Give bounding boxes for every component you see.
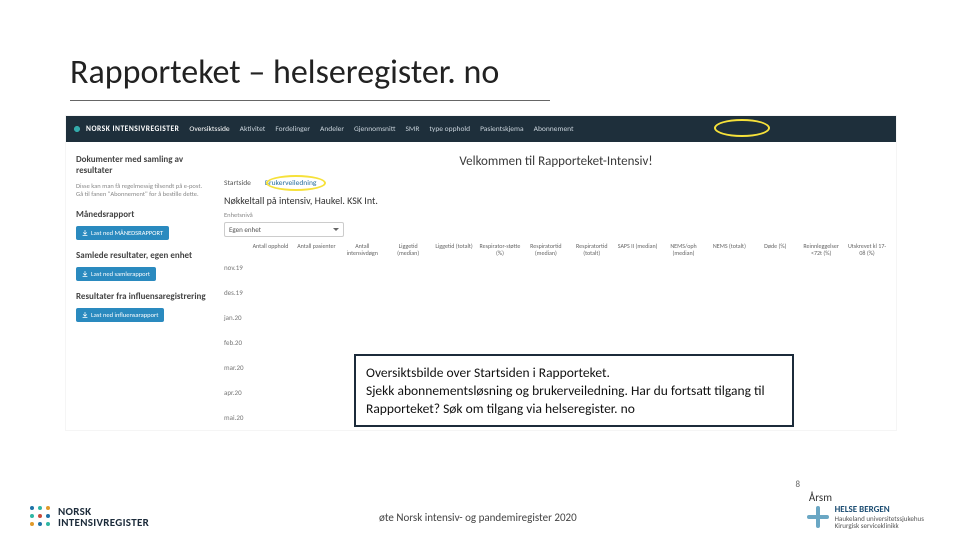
callout-line2: Sjekk abonnementsløsning og brukerveiled… <box>366 382 782 418</box>
logo-dots-icon <box>30 506 52 528</box>
nav-item-andeler[interactable]: Andeler <box>320 125 344 134</box>
nav-brand: NORSK INTENSIVREGISTER <box>72 124 179 134</box>
hb-line3: Kirurgisk serviceklinikk <box>835 522 924 530</box>
month-heading: Månedsrapport <box>76 209 208 220</box>
month-cell: apr.20 <box>224 388 244 397</box>
slide-footer: NORSK INTENSIVREGISTER øte Norsk intensi… <box>0 505 960 530</box>
infl-heading: Resultater fra influensaregistrering <box>76 291 208 302</box>
month-column: nov.19 des.19 jan.20 feb.20 mar.20 apr.2… <box>224 243 244 422</box>
callout-line1: Oversiktsbilde over Startsiden i Rapport… <box>366 364 782 382</box>
welcome-heading: Velkommen til Rapporteket-Intensiv! <box>224 154 888 169</box>
col-h: Antall opphold <box>250 243 292 422</box>
month-cell: mai.20 <box>224 413 244 422</box>
download-infl-label: Last ned influensarapport <box>91 311 158 319</box>
tab-row: Startside Brukerveiledning <box>224 179 888 188</box>
download-icon <box>82 271 88 277</box>
docs-sub: Disse kan man få regelmessig tilsendt på… <box>76 182 208 199</box>
logo-helse-bergen: HELSE BERGEN Haukeland universitetssjuke… <box>807 505 924 530</box>
enhet-select[interactable]: Egen enhet <box>224 222 344 237</box>
brand-icon <box>72 124 82 134</box>
docs-heading: Dokumenter med samling av resultater <box>76 154 208 176</box>
month-cell: nov.19 <box>224 263 244 272</box>
nav-item-smr[interactable]: SMR <box>405 125 419 134</box>
brand-text: NORSK INTENSIVREGISTER <box>86 125 179 134</box>
nav-item-fordelinger[interactable]: Fordelinger <box>275 125 310 134</box>
download-saml-label: Last ned samlerapport <box>91 270 150 278</box>
logo-ni-text2: INTENSIVREGISTER <box>58 517 149 528</box>
cross-icon <box>807 506 829 528</box>
tab-startside[interactable]: Startside <box>224 179 251 188</box>
download-icon <box>82 230 88 236</box>
navbar: NORSK INTENSIVREGISTER Oversiktsside Akt… <box>66 116 896 142</box>
nav-item-abonnement[interactable]: Abonnement <box>534 125 574 134</box>
title-underline <box>70 100 550 101</box>
col-h: Reinnleggelser <72t (%) <box>800 243 842 422</box>
highlight-circle-abonnement <box>714 119 770 137</box>
nav-item-gjennomsnitt[interactable]: Gjennomsnitt <box>354 125 395 134</box>
saml-heading: Samlede resultater, egen enhet <box>76 250 208 261</box>
nokkeltall-title: Nøkkeltall på intensiv, Haukel. KSK Int. <box>224 194 888 207</box>
month-cell: des.19 <box>224 288 244 297</box>
download-saml-button[interactable]: Last ned samlerapport <box>76 267 156 281</box>
page-number: 8 <box>795 479 800 490</box>
arsm-text: Årsm <box>809 491 832 504</box>
month-cell: feb.20 <box>224 338 244 347</box>
col-h: Antall pasienter <box>295 243 337 422</box>
nav-item-pasientskjema[interactable]: Pasientskjema <box>480 125 524 134</box>
callout-box: Oversiktsbilde over Startsiden i Rapport… <box>354 354 794 427</box>
slide-title: Rapporteket – helseregister. no <box>70 52 499 93</box>
footer-center-text: øte Norsk intensiv- og pandemiregister 2… <box>379 511 577 524</box>
col-h: Utskrevet kl 17-08 (%) <box>846 243 888 422</box>
left-panel: Dokumenter med samling av resultater Dis… <box>66 142 216 430</box>
nav-item-oversikt[interactable]: Oversiktsside <box>189 125 229 134</box>
month-cell: jan.20 <box>224 313 244 322</box>
logo-norsk-intensivregister: NORSK INTENSIVREGISTER <box>30 506 149 528</box>
download-infl-button[interactable]: Last ned influensarapport <box>76 308 164 322</box>
month-cell: mar.20 <box>224 363 244 372</box>
download-month-label: Last ned MÅNEDSRAPPORT <box>91 229 163 237</box>
enhet-select-value: Egen enhet <box>229 225 261 234</box>
download-icon <box>82 312 88 318</box>
chevron-down-icon <box>333 228 339 231</box>
nav-item-typeopphold[interactable]: type opphold <box>429 125 470 134</box>
download-month-button[interactable]: Last ned MÅNEDSRAPPORT <box>76 226 169 240</box>
tab-brukerveiledning[interactable]: Brukerveiledning <box>265 179 317 188</box>
enhet-label: Enhetsnivå <box>224 211 888 219</box>
nav-item-aktivitet[interactable]: Aktivitet <box>240 125 266 134</box>
